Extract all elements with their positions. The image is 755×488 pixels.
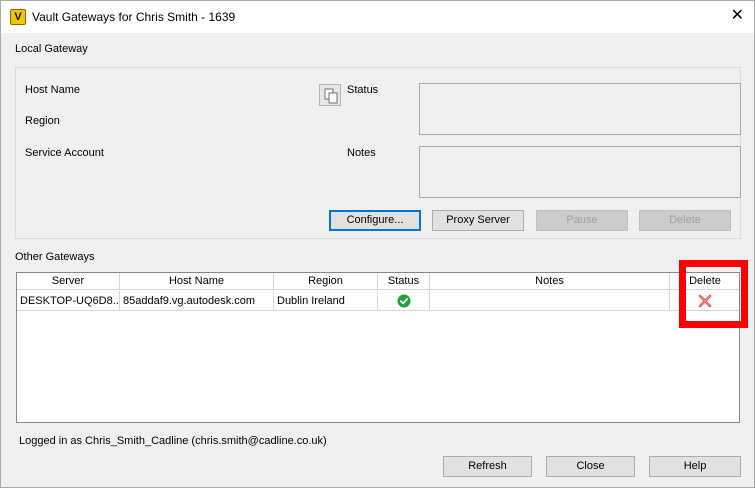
- notes-label: Notes: [347, 147, 376, 159]
- cell-status: [378, 291, 430, 311]
- status-label: Status: [347, 84, 379, 96]
- title-bar[interactable]: V Vault Gateways for Chris Smith - 1639 …: [1, 1, 754, 33]
- cell-notes: [430, 291, 670, 311]
- host-name-label: Host Name: [25, 84, 81, 96]
- column-header-status[interactable]: Status: [378, 273, 430, 290]
- cell-region: Dublin Ireland: [274, 291, 378, 311]
- gateways-table[interactable]: Server Host Name Region Status Notes Del…: [16, 272, 740, 423]
- window-title: Vault Gateways for Chris Smith - 1639: [32, 10, 236, 24]
- table-header: Server Host Name Region Status Notes Del…: [17, 273, 739, 290]
- dialog-window: V Vault Gateways for Chris Smith - 1639 …: [0, 0, 755, 488]
- column-header-host-name[interactable]: Host Name: [120, 273, 274, 290]
- configure-button[interactable]: Configure...: [329, 210, 421, 231]
- delete-local-button[interactable]: Delete: [639, 210, 731, 231]
- notes-field[interactable]: [419, 146, 741, 198]
- logged-in-status: Logged in as Chris_Smith_Cadline (chris.…: [19, 435, 327, 447]
- check-circle-icon: [397, 294, 411, 308]
- local-gateway-label: Local Gateway: [15, 43, 88, 55]
- service-account-label: Service Account: [25, 147, 104, 159]
- other-gateways-label: Other Gateways: [15, 251, 95, 263]
- delete-column-highlight: [679, 260, 748, 328]
- cell-server: DESKTOP-UQ6D8...: [17, 291, 120, 311]
- vault-app-icon: V: [10, 9, 26, 25]
- region-label: Region: [25, 115, 60, 127]
- cell-host-name: 85addaf9.vg.autodesk.com: [120, 291, 274, 311]
- status-field[interactable]: [419, 83, 741, 135]
- pause-button[interactable]: Pause: [536, 210, 628, 231]
- refresh-button[interactable]: Refresh: [443, 456, 532, 477]
- help-button[interactable]: Help: [649, 456, 741, 477]
- table-row[interactable]: DESKTOP-UQ6D8... 85addaf9.vg.autodesk.co…: [17, 291, 739, 311]
- copy-icon[interactable]: [319, 84, 341, 106]
- column-header-notes[interactable]: Notes: [430, 273, 670, 290]
- column-header-region[interactable]: Region: [274, 273, 378, 290]
- column-header-server[interactable]: Server: [17, 273, 120, 290]
- close-button[interactable]: Close: [546, 456, 635, 477]
- proxy-server-button[interactable]: Proxy Server: [432, 210, 524, 231]
- close-icon[interactable]: ✕: [731, 7, 744, 25]
